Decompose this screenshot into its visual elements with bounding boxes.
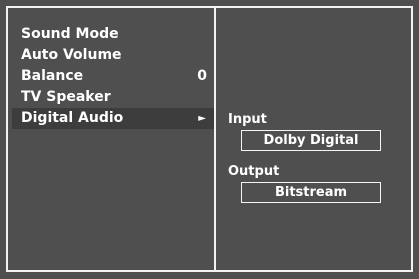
menu-item-label: Auto Volume (21, 47, 122, 63)
input-label: Input (228, 112, 267, 127)
audio-menu-list: Sound Mode Auto Volume Balance 0 TV Spea… (12, 24, 214, 129)
menu-item-sound-mode[interactable]: Sound Mode (12, 24, 214, 45)
output-label: Output (228, 164, 280, 179)
right-triangle-icon: ► (198, 113, 206, 124)
menu-item-balance[interactable]: Balance 0 (12, 66, 214, 87)
menu-item-tv-speaker[interactable]: TV Speaker (12, 87, 214, 108)
menu-divider (214, 6, 216, 272)
menu-item-label: Digital Audio (21, 110, 124, 126)
tv-osd-menu: Sound Mode Auto Volume Balance 0 TV Spea… (0, 0, 419, 279)
menu-item-auto-volume[interactable]: Auto Volume (12, 45, 214, 66)
input-value-box[interactable]: Dolby Digital (241, 130, 381, 151)
menu-item-label: Sound Mode (21, 26, 119, 42)
balance-value: 0 (197, 68, 207, 84)
menu-item-label: Balance (21, 68, 84, 84)
menu-item-label: TV Speaker (21, 89, 111, 105)
menu-item-digital-audio[interactable]: Digital Audio ► (12, 108, 214, 129)
output-value-box[interactable]: Bitstream (241, 182, 381, 203)
digital-audio-panel: Input Dolby Digital Output Bitstream (228, 110, 408, 214)
